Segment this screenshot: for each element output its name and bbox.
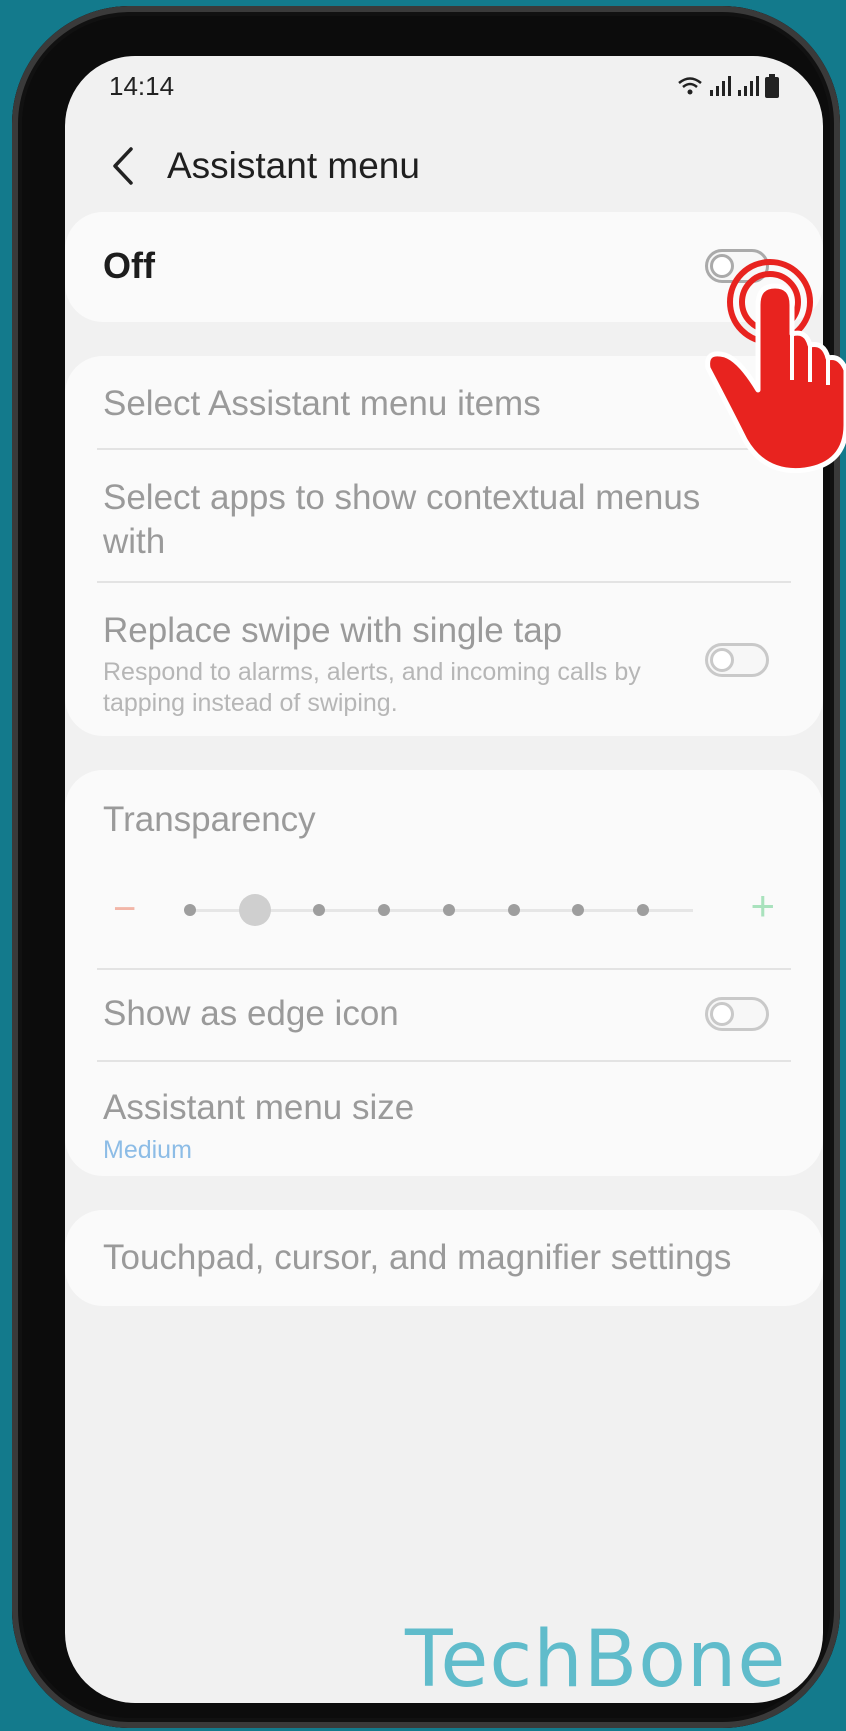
menu-size-value: Medium xyxy=(103,1136,192,1164)
show-as-edge-icon[interactable]: Show as edge icon xyxy=(103,992,785,1036)
slider-thumb[interactable] xyxy=(238,894,271,926)
battery-icon xyxy=(765,74,779,98)
page-title: Assistant menu xyxy=(167,145,420,186)
watermark-logo: TechBone xyxy=(405,1615,787,1705)
select-apps-contextual-menus[interactable]: Select apps to show contextual menus wit… xyxy=(103,476,743,564)
assistant-menu-size-item[interactable]: Assistant menu size Medium xyxy=(103,1086,785,1165)
display-options-card: Transparency − + Show as edge icon Assis… xyxy=(65,770,823,1176)
divider xyxy=(97,968,791,970)
slider-dot[interactable] xyxy=(442,904,455,916)
minus-icon[interactable]: − xyxy=(113,889,136,929)
divider xyxy=(97,1060,791,1062)
status-bar: 14:14 xyxy=(109,66,779,106)
menu-size-label: Assistant menu size xyxy=(103,1088,415,1127)
signal-icon xyxy=(710,76,731,96)
slider-dot[interactable] xyxy=(637,904,649,916)
divider xyxy=(97,448,791,450)
toggle-knob xyxy=(710,1002,734,1026)
slider-dot[interactable] xyxy=(378,904,391,916)
status-icons xyxy=(677,74,779,98)
slider-dot[interactable] xyxy=(313,904,326,916)
edge-icon-toggle[interactable] xyxy=(705,997,769,1031)
replace-swipe-subtitle: Respond to alarms, alerts, and incoming … xyxy=(103,658,641,717)
chevron-left-icon xyxy=(113,147,133,185)
toggle-knob xyxy=(710,648,734,672)
slider-dot[interactable] xyxy=(572,904,585,916)
divider xyxy=(97,581,791,583)
touchpad-cursor-magnifier-settings: Touchpad, cursor, and magnifier settings xyxy=(103,1238,732,1277)
plus-icon[interactable]: + xyxy=(750,885,775,927)
wifi-icon xyxy=(678,77,702,95)
status-time: 14:14 xyxy=(109,70,175,101)
app-header: Assistant menu xyxy=(65,116,823,216)
tap-hand-icon xyxy=(705,259,846,474)
transparency-slider[interactable]: − + xyxy=(103,880,785,940)
slider-dot[interactable] xyxy=(507,904,520,916)
master-switch-label: Off xyxy=(103,245,155,286)
back-button[interactable] xyxy=(93,136,153,196)
touchpad-card[interactable]: Touchpad, cursor, and magnifier settings xyxy=(65,1210,823,1306)
signal-icon xyxy=(738,76,759,96)
replace-swipe-toggle[interactable] xyxy=(705,643,769,677)
select-assistant-menu-items[interactable]: Select Assistant menu items xyxy=(103,382,785,426)
replace-swipe-item[interactable]: Replace swipe with single tap Respond to… xyxy=(103,609,673,719)
slider-dot[interactable] xyxy=(184,904,196,916)
transparency-label: Transparency xyxy=(103,800,316,839)
replace-swipe-title: Replace swipe with single tap xyxy=(103,611,563,650)
